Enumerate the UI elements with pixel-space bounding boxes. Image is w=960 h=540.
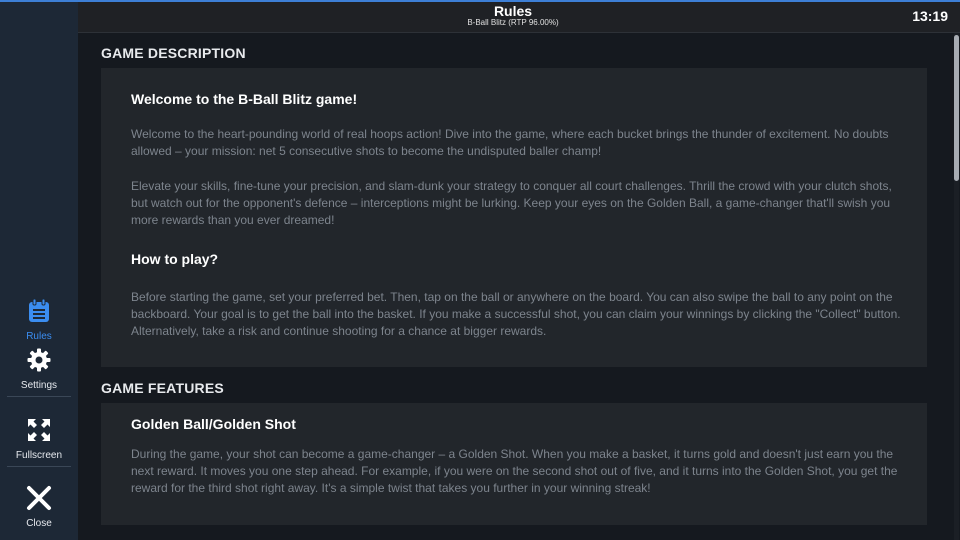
game-features-panel: Golden Ball/Golden Shot During the game,… [101,403,927,525]
sidebar-item-label: Close [26,518,52,529]
sidebar-item-settings[interactable]: Settings [0,347,78,391]
content-scrollbar[interactable] [954,33,959,540]
gear-icon [26,347,52,378]
scrollbar-thumb[interactable] [954,35,959,181]
section-title-game-description: GAME DESCRIPTION [101,45,246,61]
fullscreen-icon [26,417,52,448]
elevate-paragraph: Elevate your skills, fine-tune your prec… [131,179,892,227]
sidebar-item-label: Fullscreen [15,450,63,461]
header-bar: Rules B-Ball Blitz (RTP 96.00%) 13:19 [78,2,960,33]
golden-ball-heading: Golden Ball/Golden Shot [131,416,296,432]
welcome-paragraph: Welcome to the heart-pounding world of r… [131,127,889,158]
sidebar-item-fullscreen[interactable]: Fullscreen [0,417,78,461]
rules-icon [26,298,52,329]
close-icon [26,485,52,516]
page-title: Rules [493,3,533,19]
sidebar-item-close[interactable]: Close [0,485,78,529]
how-to-play-paragraph: Before starting the game, set your prefe… [131,290,901,338]
sidebar-item-rules[interactable]: Rules [0,298,78,342]
clock: 13:19 [912,8,948,24]
sidebar-item-label: Rules [26,331,52,342]
game-description-panel: Welcome to the B-Ball Blitz game! Welcom… [101,68,927,367]
how-to-play-heading: How to play? [131,251,219,267]
sidebar-divider [7,466,71,467]
game-subtitle: B-Ball Blitz (RTP 96.00%) [467,18,559,27]
rules-content[interactable]: GAME DESCRIPTION Welcome to the B-Ball B… [78,33,952,540]
golden-ball-paragraph: During the game, your shot can become a … [131,447,898,495]
welcome-heading: Welcome to the B-Ball Blitz game! [131,91,358,107]
sidebar: Rules Settings Fullscreen Close [0,2,78,540]
sidebar-divider [7,396,71,397]
sidebar-item-label: Settings [20,380,58,391]
section-title-game-features: GAME FEATURES [101,380,224,396]
